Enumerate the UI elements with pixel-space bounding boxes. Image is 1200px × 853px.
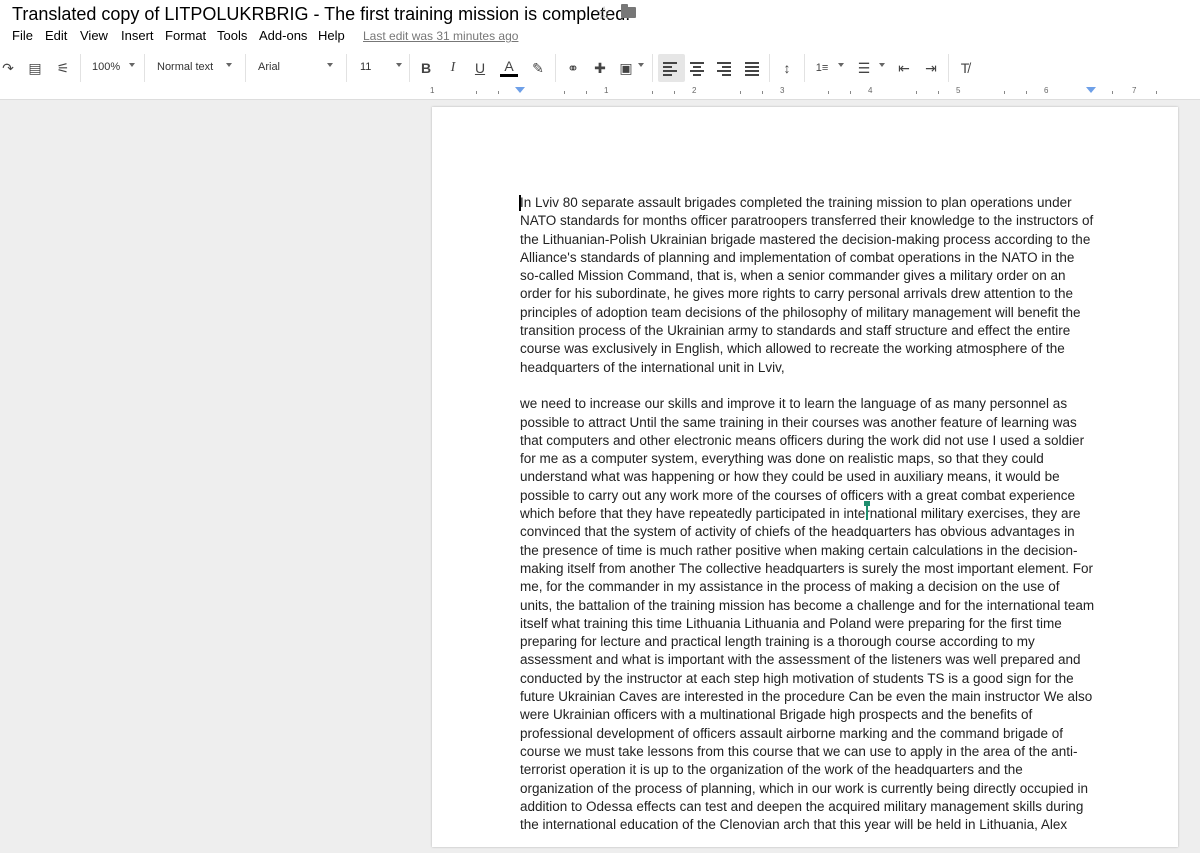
clear-formatting-icon[interactable]: T̸ — [956, 59, 974, 77]
highlight-icon[interactable]: ✎ — [530, 59, 546, 77]
last-edit-link[interactable]: Last edit was 31 minutes ago — [363, 29, 518, 43]
ruler-number: 1 — [604, 86, 609, 95]
text-color-button[interactable]: A — [500, 59, 518, 77]
zoom-select[interactable]: 100% — [92, 61, 120, 73]
ruler-number: 1 — [430, 86, 435, 95]
line-spacing-icon[interactable]: ↕ — [778, 59, 796, 77]
ruler: 1 1 2 3 4 5 6 7 — [0, 86, 1200, 100]
document-page[interactable]: In Lviv 80 separate assault brigades com… — [432, 107, 1178, 847]
menu-edit[interactable]: Edit — [45, 28, 67, 43]
align-justify-icon[interactable] — [745, 62, 759, 78]
font-caret-icon — [327, 63, 333, 67]
right-indent-marker[interactable] — [1086, 87, 1096, 93]
collaborator-cursor — [864, 501, 870, 520]
image-caret-icon — [638, 63, 644, 67]
decrease-indent-icon[interactable]: ⇤ — [895, 59, 913, 77]
menu-file[interactable]: File — [12, 28, 33, 43]
menu-insert[interactable]: Insert — [121, 28, 154, 43]
style-select[interactable]: Normal text — [157, 61, 213, 73]
menu-tools[interactable]: Tools — [217, 28, 247, 43]
paint-format-icon[interactable]: ⚟ — [55, 59, 71, 77]
print-icon[interactable]: ▤ — [26, 59, 44, 77]
ruler-number: 3 — [780, 86, 785, 95]
numbered-list-icon[interactable]: 1≡ — [813, 59, 831, 77]
align-center-icon[interactable] — [690, 62, 704, 78]
style-caret-icon — [226, 63, 232, 67]
underline-button[interactable]: U — [472, 59, 488, 77]
ruler-number: 4 — [868, 86, 873, 95]
menu-view[interactable]: View — [80, 28, 108, 43]
align-right-icon[interactable] — [717, 62, 731, 78]
insert-comment-icon[interactable]: ✚ — [592, 59, 608, 77]
ruler-number: 2 — [692, 86, 697, 95]
menu-help[interactable]: Help — [318, 28, 345, 43]
font-select[interactable]: Arial — [258, 61, 280, 73]
paragraph[interactable]: we need to increase our skills and impro… — [520, 395, 1095, 834]
menu-bar: File Edit View Insert Format Tools Add-o… — [0, 28, 1200, 50]
bold-button[interactable]: B — [418, 59, 434, 77]
zoom-caret-icon — [129, 63, 135, 67]
star-icon[interactable]: ☆ — [596, 3, 612, 24]
folder-icon[interactable] — [621, 4, 636, 18]
left-indent-marker[interactable] — [515, 87, 525, 93]
title-bar: Translated copy of LITPOLUKRBRIG - The f… — [0, 0, 1200, 28]
bulleted-caret-icon — [879, 63, 885, 67]
italic-button[interactable]: I — [445, 59, 461, 77]
paragraph[interactable]: In Lviv 80 separate assault brigades com… — [520, 194, 1095, 377]
align-left-icon[interactable] — [663, 62, 677, 78]
font-size-select[interactable]: 11 — [360, 61, 371, 73]
document-title[interactable]: Translated copy of LITPOLUKRBRIG - The f… — [12, 4, 630, 25]
size-caret-icon — [396, 63, 402, 67]
link-icon[interactable]: ⚭ — [564, 59, 582, 77]
ruler-track: 1 1 2 3 4 5 6 7 — [430, 86, 1178, 99]
menu-addons[interactable]: Add-ons — [259, 28, 307, 43]
text-cursor — [519, 195, 521, 211]
toolbar: ↷ ▤ ⚟ 100% Normal text Arial 11 B I U A … — [0, 50, 1200, 87]
document-body[interactable]: In Lviv 80 separate assault brigades com… — [520, 194, 1095, 853]
numbered-caret-icon — [838, 63, 844, 67]
menu-format[interactable]: Format — [165, 28, 206, 43]
bulleted-list-icon[interactable]: ☰ — [855, 59, 873, 77]
ruler-number: 5 — [956, 86, 961, 95]
ruler-number: 7 — [1132, 86, 1137, 95]
increase-indent-icon[interactable]: ⇥ — [922, 59, 940, 77]
insert-image-icon[interactable]: ▣ — [618, 59, 634, 77]
ruler-number: 6 — [1044, 86, 1049, 95]
redo-icon[interactable]: ↷ — [0, 59, 16, 77]
